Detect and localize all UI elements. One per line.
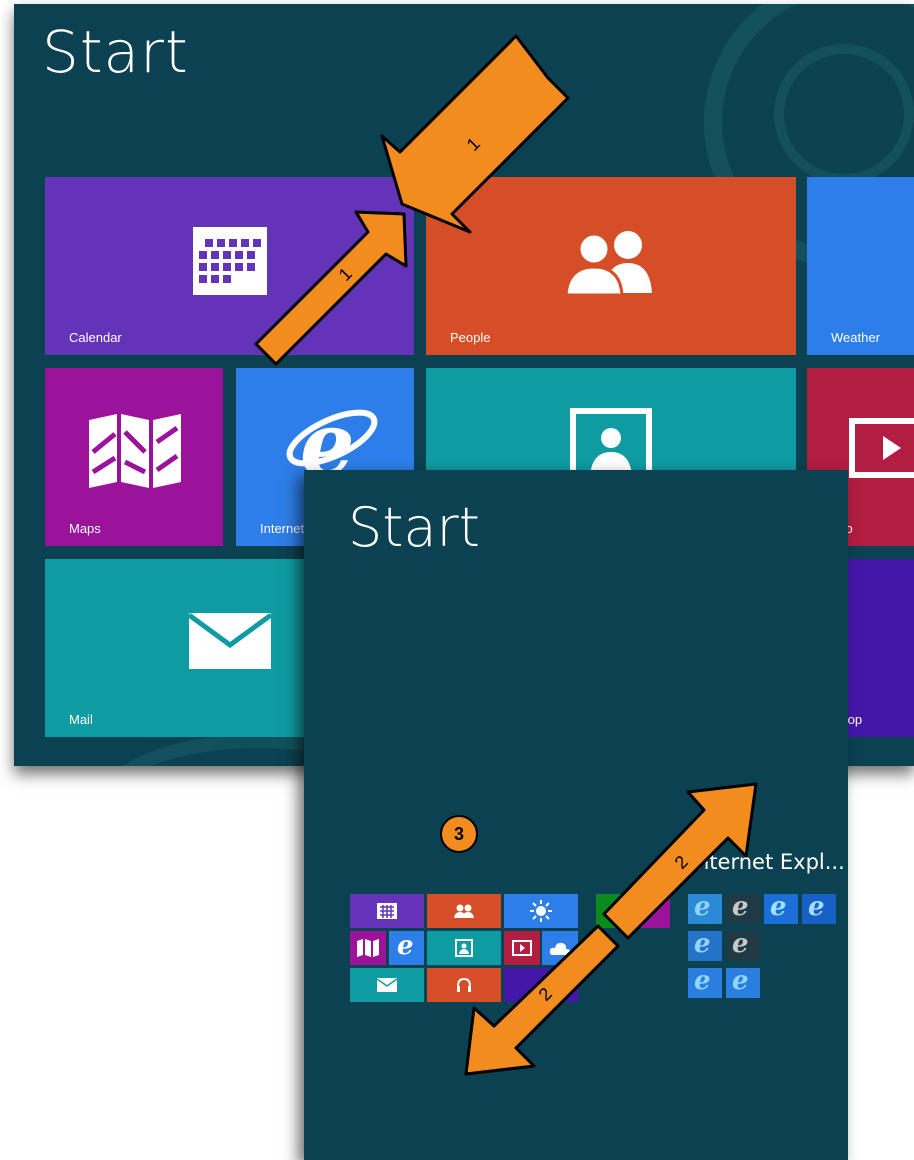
background-swirl-inner (774, 44, 914, 184)
calendar-icon (193, 227, 267, 295)
internet-explorer-icon: e (732, 929, 749, 959)
mini-calendar-tile[interactable] (350, 894, 424, 928)
mini-ie-tile-6[interactable]: e (726, 929, 760, 961)
mail-label: Mail (69, 712, 93, 727)
maps-icon (357, 939, 379, 957)
internet-explorer-icon: e (808, 892, 825, 922)
mini-ie-tile-3[interactable]: e (764, 892, 798, 924)
internet-explorer-icon: e (694, 892, 711, 922)
internet-explorer-icon: e (770, 892, 787, 922)
mini-weather-tile[interactable] (504, 894, 578, 928)
people-tile[interactable]: People (426, 177, 796, 355)
mini-skydrive-tile[interactable] (542, 931, 578, 965)
mini-people-tile[interactable] (427, 894, 501, 928)
people-icon (564, 231, 652, 297)
photos-icon (455, 939, 473, 957)
mini-ie-tile-1[interactable]: e (688, 892, 722, 924)
video-play-icon (849, 418, 914, 478)
headphones-icon (457, 978, 471, 992)
mail-icon (187, 612, 273, 669)
mini-music-tile[interactable] (427, 968, 501, 1002)
calendar-icon (377, 903, 397, 919)
internet-explorer-icon: e (694, 929, 711, 959)
mini-internet-explorer-tile[interactable]: e (389, 931, 424, 965)
internet-explorer-icon: e (694, 966, 711, 996)
people-label: People (450, 330, 491, 345)
mini-maps-tile[interactable] (350, 931, 386, 965)
start-screen-zoomed-out: Start e nternet Expl... e e e e e e e e (304, 470, 848, 1160)
weather-tile[interactable]: Weather (807, 177, 914, 355)
mini-purple-tile[interactable] (634, 894, 670, 928)
start-title-zoomed: Start (348, 496, 480, 559)
internet-explorer-group-title: nternet Expl... (696, 850, 845, 874)
mini-desktop-tile[interactable] (504, 968, 578, 1002)
internet-explorer-label: Internet (260, 521, 305, 536)
people-icon (454, 904, 474, 918)
internet-explorer-icon: e (732, 892, 749, 922)
mini-ie-tile-2[interactable]: e (726, 892, 760, 924)
sun-icon (530, 900, 552, 922)
maps-label: Maps (69, 521, 101, 536)
maps-tile[interactable]: Maps (45, 368, 223, 546)
mini-mail-tile[interactable] (350, 968, 424, 1002)
step-3-marker: 3 (440, 815, 478, 853)
maps-icon (89, 414, 181, 488)
internet-explorer-icon: e (732, 966, 749, 996)
internet-explorer-icon: e (397, 931, 414, 961)
start-title: Start (42, 18, 189, 86)
calendar-tile[interactable]: Calendar (45, 177, 414, 355)
mini-ie-tile-7[interactable]: e (688, 966, 722, 998)
mini-store-tile[interactable] (596, 894, 632, 928)
cloud-icon (549, 942, 571, 955)
mini-ie-tile-5[interactable]: e (688, 929, 722, 961)
calendar-label: Calendar (69, 330, 122, 345)
mini-ie-tile-8[interactable]: e (726, 966, 760, 998)
video-play-icon (512, 940, 532, 956)
mini-ie-tile-4[interactable]: e (802, 892, 836, 924)
weather-label: Weather (831, 330, 880, 345)
mail-icon (377, 978, 397, 992)
mini-photos-tile[interactable] (427, 931, 501, 965)
mini-video-tile[interactable] (504, 931, 540, 965)
